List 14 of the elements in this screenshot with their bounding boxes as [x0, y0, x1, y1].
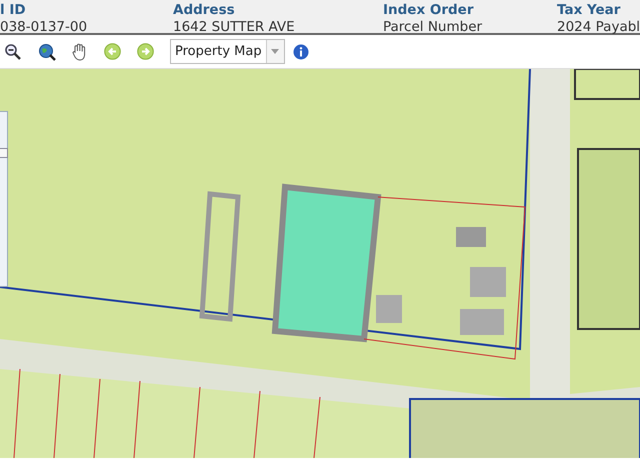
field-value: 2024 Payabl: [557, 19, 640, 35]
field-label: Index Order: [383, 2, 474, 18]
field-value: 038-0137-00: [0, 19, 88, 35]
caret-icon: [271, 49, 280, 54]
info-icon[interactable]: [292, 44, 309, 60]
hand-icon[interactable]: [72, 42, 88, 60]
zoom-out-icon[interactable]: [4, 42, 22, 60]
field-label: Tax Year: [557, 2, 620, 18]
field-value: 1642 SUTTER AVE: [173, 19, 295, 35]
field-value: Parcel Number: [383, 19, 482, 35]
globe-zoom-icon[interactable]: [38, 42, 56, 60]
field-label: Address: [173, 2, 235, 18]
map-select[interactable]: Property Map: [170, 39, 285, 64]
field-label: l ID: [0, 2, 26, 18]
